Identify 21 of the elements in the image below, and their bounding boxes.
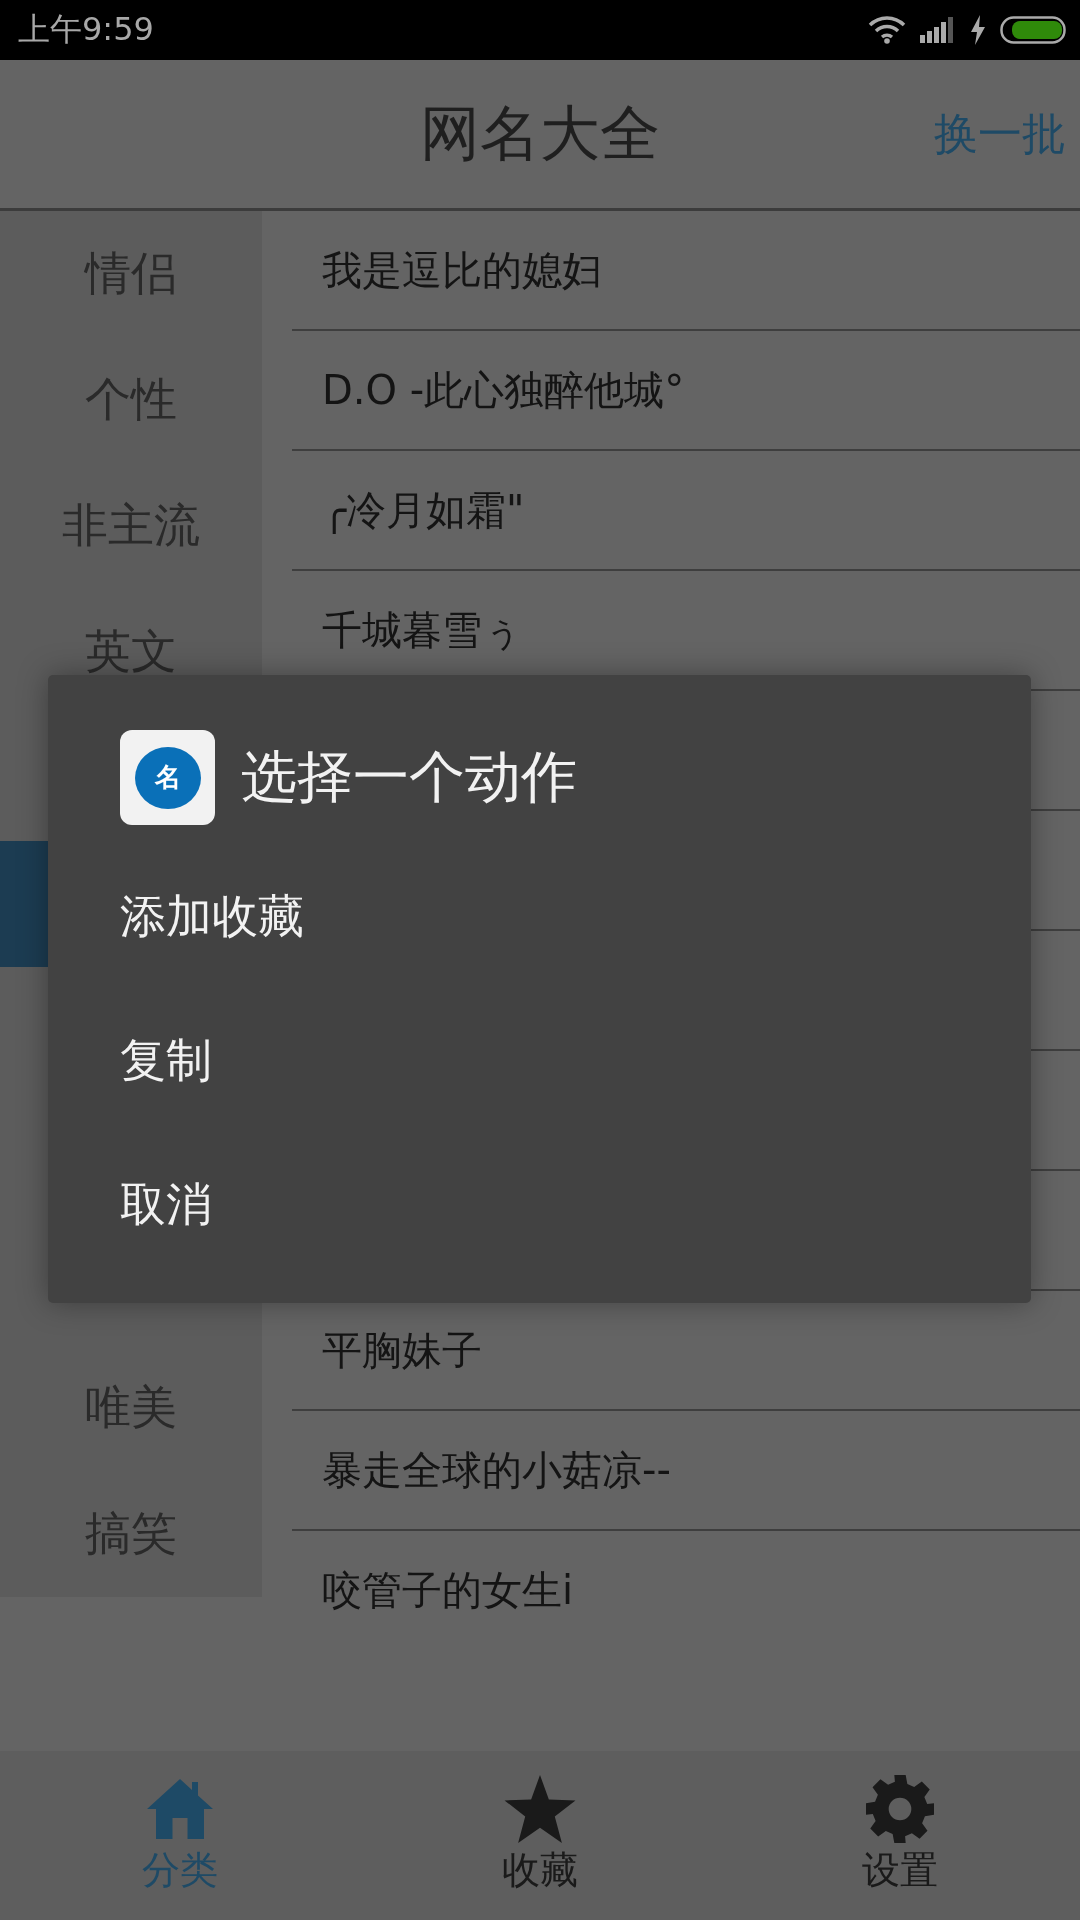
name-item[interactable]: 咬管子的女生i (292, 1531, 1080, 1649)
dialog-title: 选择一个动作 (241, 742, 577, 811)
dialog-option[interactable]: 添加收藏 (120, 845, 1031, 989)
battery-icon (1000, 16, 1066, 44)
app-title: 网名大全 (420, 96, 660, 170)
dialog-option[interactable]: 取消 (120, 1133, 1031, 1277)
dialog-option[interactable]: 复制 (120, 989, 1031, 1133)
nav-tab[interactable]: 收藏 (360, 1751, 720, 1920)
name-item[interactable]: D.O -此心独醉他城° (292, 331, 1080, 451)
nav-tab[interactable]: 设置 (720, 1751, 1080, 1920)
name-item[interactable]: ╭冷月如霜" (292, 451, 1080, 571)
refresh-button[interactable]: 换一批 (934, 104, 1066, 164)
star-icon (504, 1775, 576, 1843)
name-item[interactable]: 暴走全球的小菇凉-- (292, 1411, 1080, 1531)
settings-icon (866, 1775, 934, 1843)
status-time: 上午9:59 (18, 9, 154, 50)
charging-icon (970, 15, 986, 45)
name-item[interactable]: 我是逗比的媳妇 (292, 211, 1080, 331)
app-icon: 名 (120, 730, 215, 825)
signal-icon (920, 17, 956, 43)
wifi-icon (868, 16, 906, 44)
